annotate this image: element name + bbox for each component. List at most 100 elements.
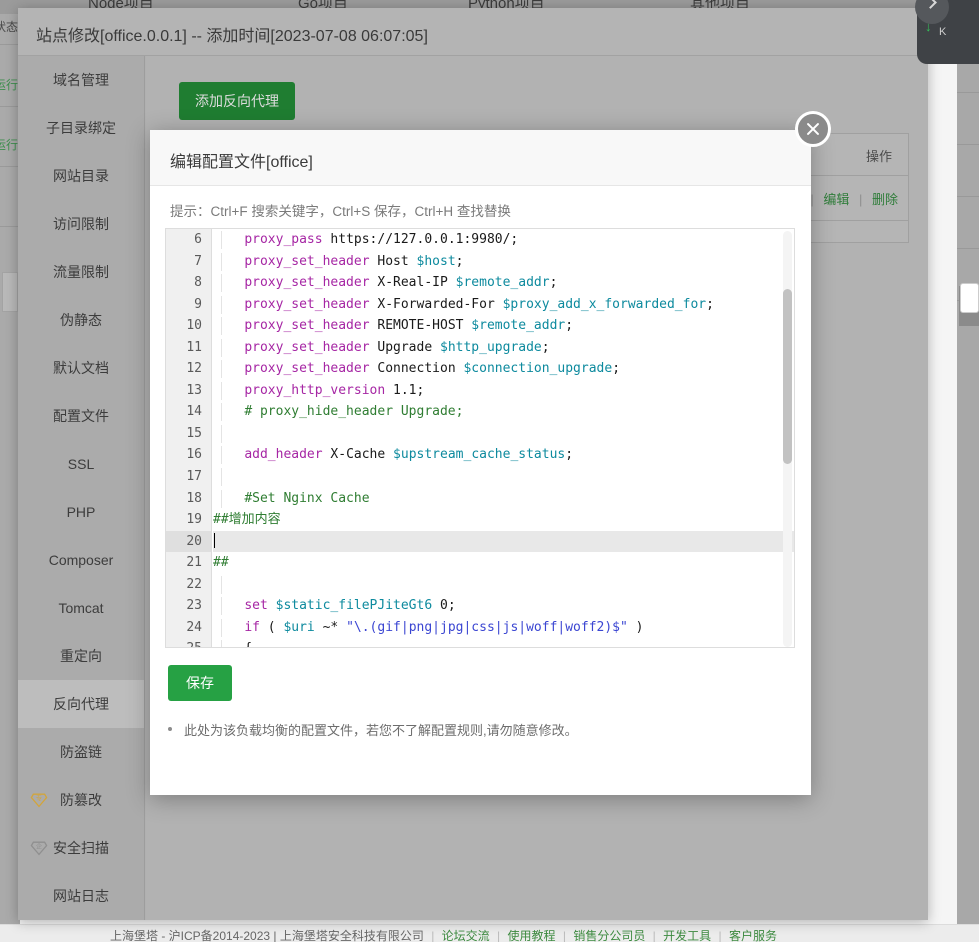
row-delete-link[interactable]: 删除 (872, 192, 898, 207)
code-token-txt: https://127.0.0.1:9980/; (322, 232, 519, 247)
code-token-dir: proxy_set_header (244, 296, 370, 312)
code-line-18[interactable]: #Set Nginx Cache (213, 488, 794, 510)
code-line-8[interactable]: proxy_set_header X-Real-IP $remote_addr; (213, 272, 794, 294)
sidebar-item-label: 反向代理 (53, 696, 109, 712)
footer-sep: | (497, 929, 501, 942)
code-line-12[interactable]: proxy_set_header Connection $connection_… (213, 358, 794, 380)
config-code-editor[interactable]: 6 7 8 9 10 11 12 13 14 15 16 17 18 19 20 21 22 23 24 25 pro… (165, 228, 795, 648)
sidebar-item-17[interactable]: 网站日志 (18, 872, 144, 920)
code-token-txt: ; (455, 253, 464, 269)
sidebar-item-5[interactable]: 伪静态 (18, 296, 144, 344)
add-reverse-proxy-button[interactable]: 添加反向代理 (179, 82, 295, 120)
sidebar-item-label: PHP (66, 504, 96, 520)
code-line-6[interactable]: proxy_pass https://127.0.0.1:9980/; (213, 229, 794, 251)
sidebar-item-0[interactable]: 域名管理 (18, 56, 144, 104)
indent-guide (221, 468, 222, 487)
sidebar-item-label: 网站日志 (53, 888, 109, 904)
background-control-box (2, 272, 18, 312)
footer-link[interactable]: 论坛交流 (442, 929, 490, 942)
close-icon[interactable] (795, 111, 831, 147)
code-line-11[interactable]: proxy_set_header Upgrade $http_upgrade; (213, 337, 794, 359)
code-line-24[interactable]: if ( $uri ~* "\.(gif|png|jpg|css|js|woff… (213, 617, 794, 639)
line-number-23: 23 (186, 598, 202, 614)
code-line-15[interactable] (213, 423, 794, 445)
footer-link[interactable]: 使用教程 (507, 929, 555, 942)
editor-code-area[interactable]: proxy_pass https://127.0.0.1:9980/; prox… (213, 229, 794, 647)
line-number-6: 6 (194, 232, 202, 247)
code-token-txt: X-Real-IP (369, 275, 456, 291)
config-warning-text: 此处为该负载均衡的配置文件，若您不了解配置规则,请勿随意修改。 (184, 723, 578, 738)
sidebar-item-10[interactable]: Composer (18, 536, 144, 584)
sidebar-item-13[interactable]: 反向代理 (18, 680, 144, 728)
background-right-column: 分类 (957, 14, 979, 924)
code-token-txt: X-Cache (322, 447, 394, 463)
line-number-12: 12 (186, 361, 202, 377)
bg-right-divider-2 (957, 144, 979, 145)
code-token-txt: X-Forwarded-For (369, 296, 503, 312)
code-token-var: $uri (283, 619, 315, 635)
sidebar-item-1[interactable]: 子目录绑定 (18, 104, 144, 152)
sidebar-item-2[interactable]: 网站目录 (18, 152, 144, 200)
indent-guide (221, 360, 222, 379)
line-number-11: 11 (186, 339, 202, 355)
sidebar-item-label: Tomcat (58, 600, 104, 616)
indent-guide (221, 295, 222, 314)
code-line-25[interactable]: { (213, 638, 794, 647)
code-line-20[interactable] (213, 530, 794, 553)
code-token-dir: proxy_set_header (244, 318, 370, 334)
line-number-19: 19 (186, 512, 202, 528)
code-line-22[interactable] (213, 574, 794, 596)
code-line-13[interactable]: proxy_http_version 1.1; (213, 380, 794, 402)
save-button[interactable]: 保存 (168, 665, 232, 701)
indent-guide (221, 381, 222, 400)
row-edit-link[interactable]: 编辑 (823, 192, 849, 207)
sidebar-item-3[interactable]: 访问限制 (18, 200, 144, 248)
sidebar-item-16[interactable]: 企 安全扫描 (18, 824, 144, 872)
sidebar-item-12[interactable]: 重定向 (18, 632, 144, 680)
line-number-16: 16 (186, 447, 202, 463)
sidebar-item-7[interactable]: 配置文件 (18, 392, 144, 440)
code-token-txt: 0; (432, 598, 456, 614)
config-warning-note: 此处为该负载均衡的配置文件，若您不了解配置规则,请勿随意修改。 (168, 720, 788, 739)
code-line-17[interactable] (213, 466, 794, 488)
code-token-dir: proxy_set_header (244, 253, 370, 269)
code-line-7[interactable]: proxy_set_header Host $host; (213, 251, 794, 273)
sidebar-item-9[interactable]: PHP (18, 488, 144, 536)
code-token-var: $http_upgrade (440, 339, 542, 355)
code-token-var: $remote_addr (471, 318, 566, 334)
code-line-16[interactable]: add_header X-Cache $upstream_cache_statu… (213, 444, 794, 466)
editor-scrollbar-thumb[interactable] (783, 289, 792, 464)
code-token-cmt: #Set Nginx Cache (244, 490, 370, 506)
line-number-25: 25 (166, 638, 211, 647)
line-number-18: 18 (186, 490, 202, 506)
code-token-var: $host (416, 253, 456, 269)
indent-guide (221, 618, 222, 637)
sidebar-item-14[interactable]: 防盗链 (18, 728, 144, 776)
sidebar-item-label: 配置文件 (53, 408, 109, 424)
bg-left-cell-1: 运行 (0, 78, 19, 92)
sidebar-item-4[interactable]: 流量限制 (18, 248, 144, 296)
code-line-10[interactable]: proxy_set_header REMOTE-HOST $remote_add… (213, 315, 794, 337)
ops-separator: | (858, 192, 863, 207)
sidebar-item-label: 防篡改 (60, 792, 102, 808)
sidebar-item-15[interactable]: 专 防篡改 (18, 776, 144, 824)
line-number-24: 24 (186, 619, 202, 635)
code-line-9[interactable]: proxy_set_header X-Forwarded-For $proxy_… (213, 294, 794, 316)
code-token-var: $upstream_cache_status (393, 447, 566, 463)
footer-link[interactable]: 客户服务 (729, 929, 777, 942)
footer-link[interactable]: 销售分公司员 (573, 929, 645, 942)
code-line-19[interactable]: ##增加内容 (213, 509, 794, 531)
sidebar-item-11[interactable]: Tomcat (18, 584, 144, 632)
bg-right-divider-4 (957, 248, 979, 249)
code-token-txt: 1.1; (385, 382, 425, 398)
indent-guide (221, 252, 222, 271)
footer-link[interactable]: 开发工具 (663, 929, 711, 942)
code-line-21[interactable]: ## (213, 552, 794, 574)
code-token-dir: proxy_set_header (244, 275, 370, 291)
sidebar-item-6[interactable]: 默认文档 (18, 344, 144, 392)
code-line-14[interactable]: # proxy_hide_header Upgrade; (213, 401, 794, 423)
sidebar-item-8[interactable]: SSL (18, 440, 144, 488)
code-line-23[interactable]: set $static_filePJiteGt6 0; (213, 595, 794, 617)
